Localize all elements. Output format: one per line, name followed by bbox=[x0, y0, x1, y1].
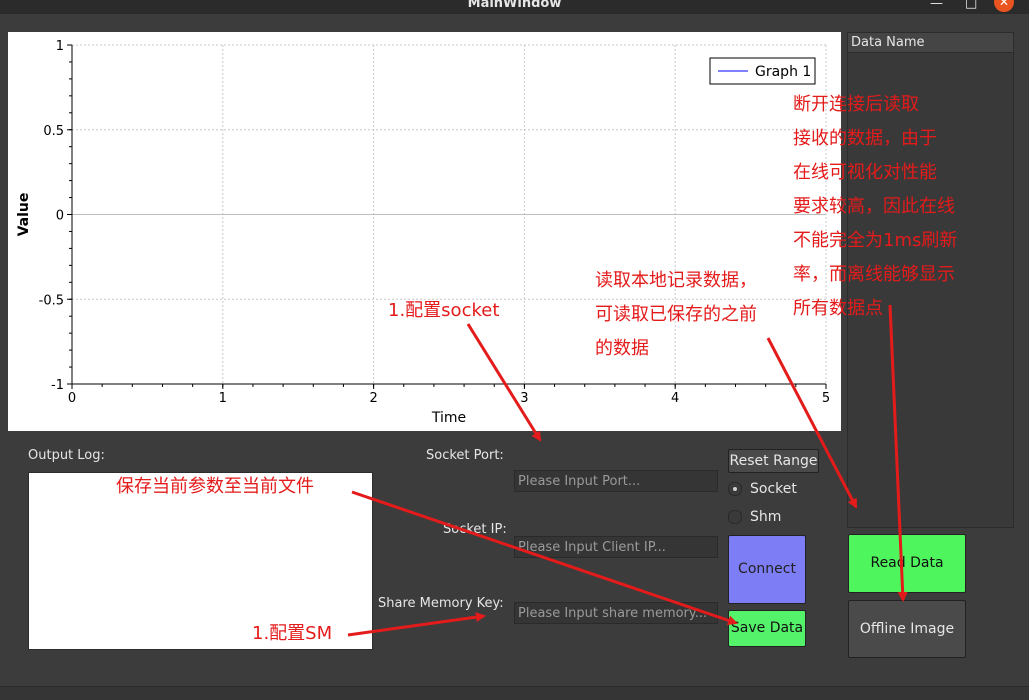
annotation-read-local: 读取本地记录数据， 可读取已保存的之前 的数据 bbox=[595, 270, 757, 359]
maximize-icon[interactable]: □ bbox=[965, 0, 977, 11]
read-data-button[interactable]: Read Data bbox=[848, 534, 966, 593]
radio-selected-icon bbox=[728, 482, 742, 496]
annotation-offline: 断开连接后读取 接收的数据，由于 在线可视化对性能 要求较高，因此在线 不能完全… bbox=[793, 94, 958, 319]
socket-radio-label: Socket bbox=[750, 481, 797, 497]
line-chart[interactable]: 0 1 2 3 4 5 -1 -0.5 0 0.5 1 Time Value Graph 1 bbox=[8, 32, 841, 431]
share-memory-key-input[interactable] bbox=[514, 602, 718, 624]
legend-label: Graph 1 bbox=[755, 64, 811, 80]
x-tick-label: 4 bbox=[671, 391, 679, 406]
x-tick-label: 1 bbox=[219, 391, 227, 406]
annotation-config-socket: 1.配置socket bbox=[388, 300, 500, 321]
annotation-config-sm: 1.配置SM bbox=[252, 623, 333, 644]
connect-button[interactable]: Connect bbox=[728, 535, 806, 604]
socket-ip-label: Socket IP: bbox=[443, 522, 507, 537]
x-tick-label: 2 bbox=[369, 391, 377, 406]
status-bar bbox=[0, 686, 1029, 700]
annotation-save-params: 保存当前参数至当前文件 bbox=[116, 476, 314, 497]
x-tick-label: 0 bbox=[68, 391, 76, 406]
radio-unselected-icon bbox=[728, 510, 742, 524]
y-tick-label: -0.5 bbox=[39, 293, 64, 308]
minimize-icon[interactable]: — bbox=[930, 0, 943, 11]
output-log-label: Output Log: bbox=[28, 448, 105, 463]
reset-range-button[interactable]: Reset Range bbox=[728, 449, 819, 473]
x-axis-label: Time bbox=[431, 410, 466, 426]
socket-port-input[interactable] bbox=[514, 470, 718, 492]
y-tick-label: 0.5 bbox=[43, 124, 64, 139]
save-data-button[interactable]: Save Data bbox=[728, 610, 806, 647]
socket-port-label: Socket Port: bbox=[426, 448, 504, 463]
data-name-header[interactable]: Data Name bbox=[848, 33, 1013, 53]
shm-radio-label: Shm bbox=[750, 509, 782, 525]
shm-radio[interactable]: Shm bbox=[728, 509, 781, 525]
offline-image-button[interactable]: Offline Image bbox=[848, 600, 966, 658]
socket-radio[interactable]: Socket bbox=[728, 481, 797, 497]
x-tick-label: 3 bbox=[520, 391, 528, 406]
plot-area[interactable]: 0 1 2 3 4 5 -1 -0.5 0 0.5 1 Time Value Graph 1 bbox=[8, 32, 841, 431]
x-tick-label: 5 bbox=[822, 391, 830, 406]
y-tick-label: -1 bbox=[51, 378, 64, 393]
share-memory-key-label: Share Memory Key: bbox=[378, 596, 504, 611]
window-title: MainWindow bbox=[467, 0, 562, 11]
socket-ip-input[interactable] bbox=[514, 536, 718, 558]
y-tick-label: 0 bbox=[56, 209, 64, 224]
y-axis-label: Value bbox=[16, 193, 32, 237]
y-tick-label: 1 bbox=[56, 39, 64, 54]
